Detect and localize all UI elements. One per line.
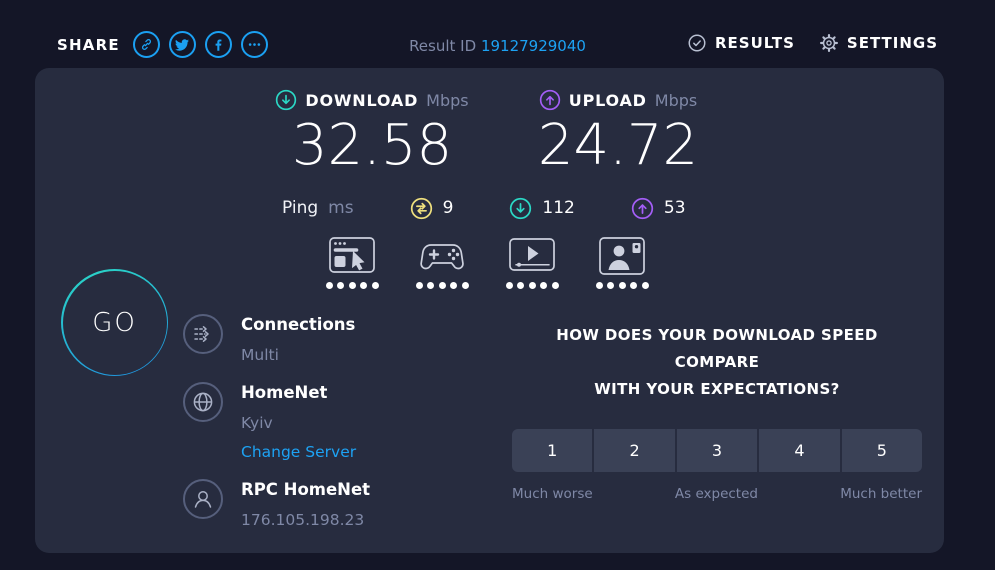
download-label: DOWNLOAD: [305, 90, 419, 110]
category-ratings: [324, 236, 650, 289]
go-button[interactable]: GO: [61, 269, 168, 376]
rating-button-1[interactable]: 1: [512, 429, 593, 472]
connections-section: Connections Multi: [183, 314, 355, 364]
category-gaming[interactable]: [414, 236, 470, 289]
rating-button-3[interactable]: 3: [676, 429, 758, 472]
streaming-icon: [507, 236, 557, 276]
category-streaming[interactable]: [504, 236, 560, 289]
rating-scale-labels: Much worse As expected Much better: [512, 486, 922, 502]
upload-arrow-icon: [539, 89, 561, 111]
settings-label: SETTINGS: [846, 34, 938, 52]
download-value: 32.58: [291, 113, 453, 178]
conference-rating-dots: [595, 282, 649, 289]
streaming-rating-dots: [505, 282, 559, 289]
result-id-value[interactable]: 19127929040: [481, 37, 586, 55]
isp-section: RPC HomeNet 176.105.198.23: [183, 479, 370, 529]
ping-upload-group: 53: [631, 197, 686, 220]
scale-label-high: Much better: [840, 486, 922, 502]
top-bar: SHARE Result ID 19127929040 RESULTS SETT…: [0, 0, 995, 68]
upload-label: UPLOAD: [568, 90, 647, 110]
results-label: RESULTS: [715, 34, 795, 52]
server-location: Kyiv: [241, 414, 273, 432]
speedtest-app: SHARE Result ID 19127929040 RESULTS SETT…: [0, 0, 995, 570]
go-button-inner: GO: [62, 270, 167, 375]
survey-section: HOW DOES YOUR DOWNLOAD SPEED COMPARE WIT…: [512, 322, 923, 502]
scale-label-mid: As expected: [674, 486, 758, 502]
rating-button-group: 1 2 3 4 5: [512, 429, 923, 472]
rating-button-5[interactable]: 5: [841, 429, 923, 472]
isp-ip-address: 176.105.198.23: [241, 511, 365, 529]
survey-question: HOW DOES YOUR DOWNLOAD SPEED COMPARE WIT…: [512, 322, 922, 403]
browsing-icon: [327, 236, 377, 276]
globe-icon: [183, 382, 223, 422]
browsing-rating-dots: [325, 282, 379, 289]
rating-button-2[interactable]: 2: [594, 429, 675, 472]
top-nav: RESULTS SETTINGS: [687, 33, 938, 53]
upload-value: 24.72: [537, 113, 699, 178]
upload-unit: Mbps: [654, 90, 698, 110]
download-arrow-icon: [275, 89, 297, 111]
ping-row: Ping ms 9 112 53: [282, 194, 686, 222]
ping-label: Ping: [282, 198, 319, 218]
nav-settings[interactable]: SETTINGS: [819, 33, 938, 53]
server-name: HomeNet: [241, 383, 328, 402]
change-server-link[interactable]: Change Server: [241, 443, 356, 461]
survey-question-line2: WITH YOUR EXPECTATIONS?: [594, 380, 840, 398]
results-panel: DOWNLOAD Mbps 32.58 UPLOAD Mbps 24.72 Pi…: [35, 68, 944, 553]
category-browsing[interactable]: [324, 236, 380, 289]
conference-icon: [597, 236, 647, 276]
ping-idle-icon: [410, 197, 433, 220]
ping-download-icon: [509, 197, 532, 220]
ping-upload-icon: [631, 197, 654, 220]
ping-download-group: 112: [509, 197, 575, 220]
category-conference[interactable]: [594, 236, 650, 289]
scale-label-low: Much worse: [512, 486, 593, 502]
connections-title: Connections: [241, 315, 356, 334]
result-id-label: Result ID: [409, 37, 477, 55]
gear-icon: [819, 33, 839, 53]
gaming-icon: [417, 236, 467, 276]
gaming-rating-dots: [415, 282, 469, 289]
check-circle-icon: [687, 33, 707, 53]
ping-download-value: 112: [542, 198, 575, 218]
ping-upload-value: 53: [663, 198, 686, 218]
go-button-label: GO: [92, 307, 137, 338]
download-unit: Mbps: [426, 90, 469, 110]
nav-results[interactable]: RESULTS: [687, 33, 795, 53]
connections-icon: [183, 314, 223, 354]
isp-name: RPC HomeNet: [241, 480, 371, 499]
ping-idle-value: 9: [442, 198, 454, 218]
survey-question-line1: HOW DOES YOUR DOWNLOAD SPEED COMPARE: [556, 326, 878, 371]
upload-result: UPLOAD Mbps 24.72: [508, 88, 728, 178]
ping-idle-group: 9: [410, 197, 454, 220]
person-icon: [183, 479, 223, 519]
download-result: DOWNLOAD Mbps 32.58: [262, 88, 482, 178]
rating-button-4[interactable]: 4: [759, 429, 840, 472]
ping-unit: ms: [328, 198, 354, 218]
server-section: HomeNet Kyiv Change Server: [183, 382, 356, 461]
connections-value: Multi: [241, 346, 279, 364]
